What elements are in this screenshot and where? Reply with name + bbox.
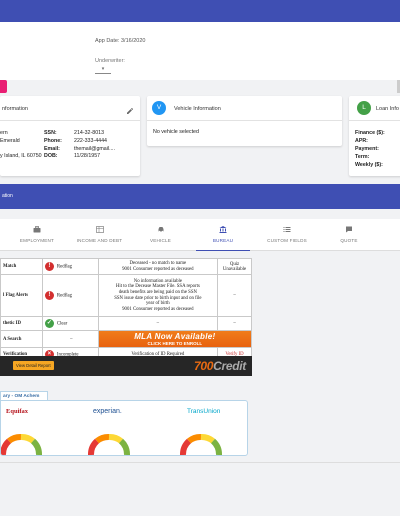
experian-score-gauge (88, 434, 130, 455)
vehicle-avatar-icon: V (152, 101, 166, 115)
mla-enroll-link: CLICK HERE TO ENROLL (147, 341, 203, 346)
tab-bureau-label: BUREAU (212, 238, 234, 243)
transunion-logo: TransUnion (187, 408, 221, 415)
table-row: Match ! Redflag Deceased - no match to na… (0, 258, 252, 275)
mla-enroll-banner[interactable]: MLA Now Available! CLICK HERE TO ENROLL (98, 331, 251, 347)
tab-bureau[interactable]: BUREAU (196, 219, 250, 251)
customer-address-line-2: Emerald (0, 138, 20, 144)
phone-value: 222-333-4444 (74, 138, 107, 144)
top-app-bar (0, 0, 400, 22)
brand-text: Credit (213, 359, 246, 373)
weekly-label: Weekly ($): (355, 162, 383, 168)
dob-label: DOB: (44, 153, 58, 159)
tab-income-and-debt[interactable]: INCOME AND DEBT (72, 219, 127, 251)
quiz-status: – (217, 316, 252, 331)
ssn-value: 214-32-8013 (74, 130, 105, 136)
row-desc-line: 9001 Consumer reported as deceased (122, 266, 194, 272)
underwriter-label: Underwriter: (95, 58, 125, 64)
vehicle-card-body: No vehicle selected (153, 129, 199, 135)
status-tab[interactable] (0, 80, 7, 93)
equifax-logo: Equifax (6, 408, 29, 415)
score-summary-panel: Equifax experian. TransUnion (0, 400, 248, 456)
vehicle-info-card: V Vehicle Information No vehicle selecte… (147, 96, 342, 146)
tab-vehicle[interactable]: VEHICLE (138, 219, 183, 251)
income-icon (95, 226, 104, 233)
vehicle-card-title: Vehicle Information (174, 106, 221, 112)
term-label: Term: (355, 154, 370, 160)
table-row: thetic ID ✓ Clear – – (0, 316, 252, 331)
section-header-bar: ation (0, 184, 400, 209)
brand-number: 700 (194, 359, 214, 373)
tab-income-label: INCOME AND DEBT (76, 238, 123, 243)
footer-divider (0, 462, 400, 463)
customer-address-line-1: ern (0, 130, 8, 136)
car-icon (158, 227, 163, 233)
customer-address-line-3: y Island, IL 60750 (0, 153, 42, 159)
email-label: Email: (44, 146, 60, 152)
quote-icon (346, 226, 352, 233)
ssn-label: SSN: (44, 130, 57, 136)
transunion-score-gauge (180, 434, 222, 455)
application-header: App Date: 3/16/2020 Underwriter: ▾ (0, 22, 400, 80)
apr-label: APR: (355, 138, 368, 144)
mla-headline: MLA Now Available! (134, 332, 216, 341)
loan-avatar-icon: L (357, 101, 371, 115)
underwriter-select[interactable]: ▾ (95, 66, 111, 74)
700credit-logo: 700Credit (194, 359, 246, 373)
quiz-status: Unavailable (222, 266, 247, 272)
tab-employment-label: EMPLOYMENT (19, 238, 55, 243)
section-header-label: ation (2, 193, 13, 199)
tab-custom-fields[interactable]: CUSTOM FIELDS (260, 219, 314, 251)
customer-info-card: nformation ern Emerald y Island, IL 6075… (0, 96, 140, 176)
table-row: A Search – MLA Now Available! CLICK HERE… (0, 330, 253, 348)
row-status: Redflag (56, 293, 73, 299)
app-date: App Date: 3/16/2020 (95, 38, 146, 44)
bureau-results-table: Match ! Redflag Deceased - no match to na… (0, 258, 253, 362)
row-name: Match (0, 258, 43, 275)
row-name: thetic ID (0, 316, 43, 331)
row-name: l Flag Alerts (0, 274, 43, 317)
tab-quote-label: QUOTE (340, 238, 358, 243)
alert-icon: ! (44, 291, 54, 300)
briefcase-icon (33, 226, 41, 233)
tab-custom-fields-label: CUSTOM FIELDS (267, 238, 307, 243)
email-value[interactable]: themail@gmail.... (74, 146, 115, 152)
equifax-score-gauge (1, 434, 42, 455)
row-status: Clear (56, 321, 68, 327)
bank-icon (219, 226, 227, 233)
list-icon (283, 227, 291, 232)
tab-quote[interactable]: QUOTE (328, 219, 370, 251)
finance-label: Finance ($): (355, 130, 385, 136)
loan-info-card: L Loan Info Finance ($): APR: Payment: T… (349, 96, 400, 176)
loan-card-title: Loan Info (376, 106, 399, 112)
experian-logo: experian. (93, 408, 122, 415)
dob-value: 11/28/1957 (74, 153, 101, 159)
tab-vehicle-label: VEHICLE (149, 238, 172, 243)
phone-label: Phone: (44, 138, 62, 144)
alert-icon: ! (44, 262, 54, 271)
check-icon: ✓ (44, 319, 54, 328)
table-row: l Flag Alerts ! Redflag No information av… (0, 274, 252, 317)
view-detail-report-button[interactable]: View Detail Report (13, 361, 54, 370)
tab-employment[interactable]: EMPLOYMENT (12, 219, 62, 251)
row-status: Redflag (56, 264, 73, 270)
row-desc-line: – (97, 316, 219, 331)
payment-label: Payment: (355, 146, 379, 152)
row-status: – (41, 330, 99, 348)
quiz-status: – (217, 274, 252, 317)
row-desc-line: 9001 Consumer reported as deceased (122, 306, 194, 312)
700credit-banner: View Detail Report 700Credit (0, 356, 252, 376)
customer-card-title: nformation (2, 106, 28, 112)
row-name: A Search (0, 330, 43, 348)
chevron-down-icon: ▾ (101, 66, 105, 72)
edit-icon[interactable] (126, 102, 134, 114)
tab-bar: EMPLOYMENT INCOME AND DEBT VEHICLE BUREA… (0, 219, 400, 251)
